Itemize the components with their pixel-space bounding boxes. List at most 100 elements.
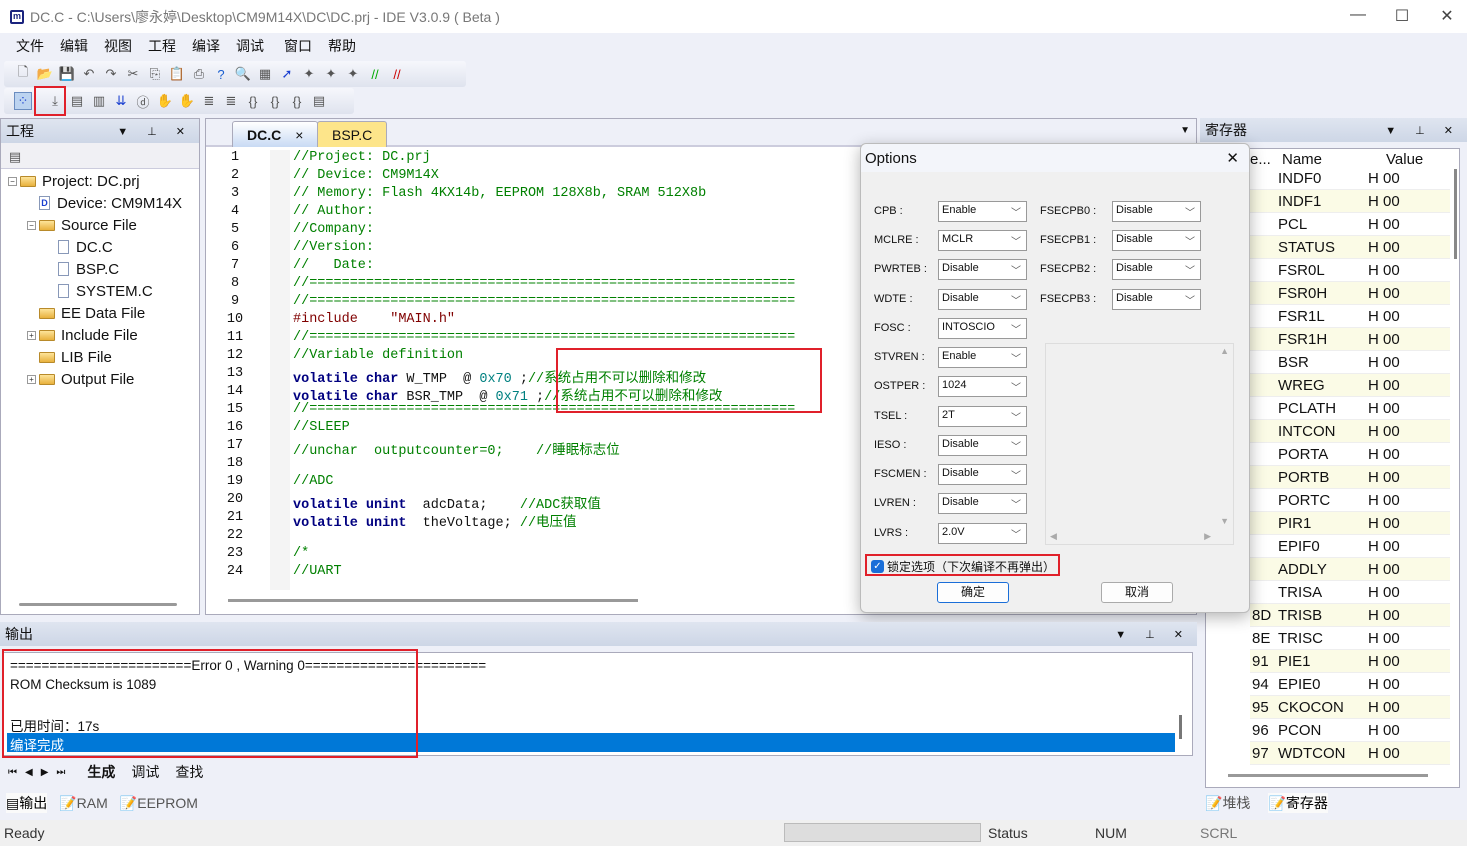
undo-icon[interactable]: ↶ bbox=[80, 65, 98, 83]
register-value[interactable]: H 00 bbox=[1368, 676, 1400, 693]
copy-icon[interactable]: ⎘ bbox=[146, 65, 164, 83]
register-value[interactable]: H 00 bbox=[1368, 354, 1400, 371]
horizontal-scrollbar[interactable] bbox=[228, 599, 638, 602]
tree-item[interactable]: + Output File bbox=[2, 368, 198, 390]
tree-item[interactable]: EE Data File bbox=[2, 302, 198, 324]
help-icon[interactable]: ? bbox=[212, 65, 230, 83]
vertical-scrollbar[interactable] bbox=[1454, 169, 1457, 259]
dialog-close-button[interactable]: ✕ bbox=[1226, 149, 1239, 167]
register-row[interactable]: PORTB H 00 bbox=[1250, 466, 1450, 489]
register-value[interactable]: H 00 bbox=[1368, 377, 1400, 394]
register-row[interactable]: PORTC H 00 bbox=[1250, 489, 1450, 512]
paste-icon[interactable]: 📋 bbox=[168, 65, 186, 83]
register-row[interactable]: INDF0 H 00 bbox=[1250, 167, 1450, 190]
bookmark-icon[interactable]: ➚ bbox=[278, 65, 296, 83]
tab-stack[interactable]: 📝 堆栈 bbox=[1205, 793, 1250, 813]
option-select[interactable]: 1024 ﹀ bbox=[938, 376, 1027, 397]
ok-button[interactable]: 确定 bbox=[937, 582, 1009, 603]
option-select[interactable]: Enable ﹀ bbox=[938, 201, 1027, 222]
option-select[interactable]: Disable ﹀ bbox=[1112, 230, 1201, 251]
step-into-icon[interactable]: {} bbox=[244, 92, 262, 110]
first-tab-icon[interactable]: ⏮ bbox=[8, 767, 17, 778]
register-row[interactable]: 8D TRISB H 00 bbox=[1250, 604, 1450, 627]
last-tab-icon[interactable]: ⏭ bbox=[56, 767, 65, 778]
new-file-icon[interactable]: 🗋 bbox=[14, 64, 32, 83]
tab-output[interactable]: ▤ 输出 bbox=[6, 793, 48, 813]
register-row[interactable]: 91 PIE1 H 00 bbox=[1250, 650, 1450, 673]
tab-bsp-c[interactable]: BSP.C bbox=[317, 121, 388, 147]
redo-icon[interactable]: ↷ bbox=[102, 65, 120, 83]
register-value[interactable]: H 00 bbox=[1368, 515, 1400, 532]
tree-item[interactable]: DC.C bbox=[2, 236, 198, 258]
tab-list-chevron-icon[interactable]: ▼ bbox=[1180, 125, 1190, 136]
watch-icon[interactable]: ▤ bbox=[310, 92, 328, 110]
register-row[interactable]: FSR0L H 00 bbox=[1250, 259, 1450, 282]
tab-registers[interactable]: 📝 寄存器 bbox=[1268, 793, 1328, 813]
panel-controls-icon[interactable]: ▼ ⊥ ✕ bbox=[1385, 124, 1461, 137]
register-row[interactable]: 94 EPIE0 H 00 bbox=[1250, 673, 1450, 696]
register-value[interactable]: H 00 bbox=[1368, 423, 1400, 440]
close-tab-icon[interactable]: × bbox=[295, 127, 303, 143]
register-value[interactable]: H 00 bbox=[1368, 561, 1400, 578]
column-header-value[interactable]: Value bbox=[1386, 151, 1423, 168]
register-row[interactable]: INDF1 H 00 bbox=[1250, 190, 1450, 213]
option-select[interactable]: 2.0V ﹀ bbox=[938, 523, 1027, 544]
expander-icon[interactable]: − bbox=[8, 176, 17, 186]
next-tab-icon[interactable]: ▶ bbox=[41, 767, 49, 778]
tree-item[interactable]: BSP.C bbox=[2, 258, 198, 280]
step-icon[interactable]: ≣ bbox=[200, 92, 218, 110]
register-row[interactable]: PCL H 00 bbox=[1250, 213, 1450, 236]
tree-item[interactable]: LIB File bbox=[2, 346, 198, 368]
option-select[interactable]: MCLR ﹀ bbox=[938, 230, 1027, 251]
register-row[interactable]: STATUS H 00 bbox=[1250, 236, 1450, 259]
register-value[interactable]: H 00 bbox=[1368, 722, 1400, 739]
register-value[interactable]: H 00 bbox=[1368, 193, 1400, 210]
maximize-button[interactable]: ☐ bbox=[1387, 6, 1417, 26]
register-row[interactable]: INTCON H 00 bbox=[1250, 420, 1450, 443]
register-value[interactable]: H 00 bbox=[1368, 239, 1400, 256]
register-row[interactable]: FSR0H H 00 bbox=[1250, 282, 1450, 305]
vertical-scrollbar[interactable] bbox=[1179, 715, 1182, 739]
option-select[interactable]: Disable ﹀ bbox=[1112, 289, 1201, 310]
option-select[interactable]: Disable ﹀ bbox=[938, 464, 1027, 485]
option-select[interactable]: Disable ﹀ bbox=[1112, 259, 1201, 280]
register-row[interactable]: 97 WDTCON H 00 bbox=[1250, 742, 1450, 765]
register-value[interactable]: H 00 bbox=[1368, 216, 1400, 233]
register-value[interactable]: H 00 bbox=[1368, 469, 1400, 486]
tree-item[interactable]: − Project: DC.prj bbox=[2, 170, 198, 192]
program-icon[interactable]: ⇊ bbox=[112, 92, 130, 110]
menu-project[interactable]: 工程 bbox=[148, 36, 176, 56]
register-value[interactable]: H 00 bbox=[1368, 538, 1400, 555]
register-value[interactable]: H 00 bbox=[1368, 630, 1400, 647]
clear-bookmarks-icon[interactable]: ✦ bbox=[344, 65, 362, 83]
column-header-address[interactable]: e... bbox=[1250, 151, 1271, 168]
expander-icon[interactable]: + bbox=[27, 374, 36, 384]
register-value[interactable]: H 00 bbox=[1368, 745, 1400, 762]
tree-item[interactable]: SYSTEM.C bbox=[2, 280, 198, 302]
register-row[interactable]: FSR1H H 00 bbox=[1250, 328, 1450, 351]
prev-tab-icon[interactable]: ◀ bbox=[25, 767, 33, 778]
option-select[interactable]: INTOSCIO ﹀ bbox=[938, 318, 1027, 339]
debug-icon[interactable]: ⓓ bbox=[134, 92, 152, 110]
register-row[interactable]: FSR1L H 00 bbox=[1250, 305, 1450, 328]
menu-edit[interactable]: 编辑 bbox=[60, 36, 88, 56]
scroll-down-icon[interactable]: ▼ bbox=[1220, 516, 1229, 526]
option-select[interactable]: Disable ﹀ bbox=[938, 435, 1027, 456]
step-out-icon[interactable]: {} bbox=[266, 92, 284, 110]
option-select[interactable]: Disable ﹀ bbox=[1112, 201, 1201, 222]
find-icon[interactable]: 🔍 bbox=[234, 65, 252, 83]
panel-controls-icon[interactable]: ▼ ⊥ ✕ bbox=[1115, 628, 1191, 641]
menu-view[interactable]: 视图 bbox=[104, 36, 132, 56]
expander-icon[interactable]: + bbox=[27, 330, 36, 340]
register-row[interactable]: EPIF0 H 00 bbox=[1250, 535, 1450, 558]
uncomment-icon[interactable]: // bbox=[388, 65, 406, 83]
save-icon[interactable]: 💾 bbox=[58, 65, 76, 83]
register-row[interactable]: WREG H 00 bbox=[1250, 374, 1450, 397]
option-select[interactable]: Disable ﹀ bbox=[938, 289, 1027, 310]
register-row[interactable]: 95 CKOCON H 00 bbox=[1250, 696, 1450, 719]
scroll-right-icon[interactable]: ▶ bbox=[1204, 531, 1211, 542]
tree-item[interactable]: D Device: CM9M14X bbox=[2, 192, 198, 214]
tab-ram[interactable]: 📝 RAM bbox=[59, 793, 108, 813]
stop-hand-icon[interactable]: ✋ bbox=[178, 92, 196, 110]
register-row[interactable]: TRISA H 00 bbox=[1250, 581, 1450, 604]
